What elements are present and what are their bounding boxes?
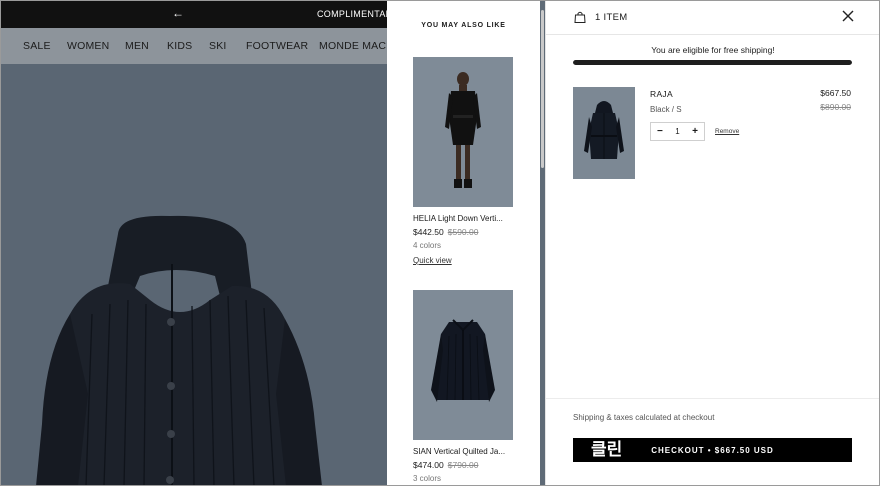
- back-arrow-icon[interactable]: ←: [172, 6, 184, 20]
- checkout-label: CHECKOUT • $667.50 USD: [651, 445, 774, 455]
- recommendations-scrollbar[interactable]: [541, 10, 544, 168]
- cart-header: 1 ITEM: [546, 0, 880, 35]
- color-count: 3 colors: [413, 474, 442, 483]
- original-price: $590.00: [447, 227, 479, 237]
- plus-icon[interactable]: +: [692, 126, 698, 137]
- cart-item-image[interactable]: [573, 87, 635, 179]
- recommendation-card[interactable]: HELIA Light Down Verti... $442.50 $590.00…: [413, 57, 515, 268]
- tax-note: Shipping & taxes calculated at checkout: [573, 413, 715, 422]
- cart-item-variant: Black / S: [650, 105, 682, 114]
- cart-item-original-price: $890.00: [820, 102, 851, 112]
- shipping-progress-fill: [573, 60, 852, 65]
- remove-item-link[interactable]: Remove: [715, 128, 739, 135]
- cart-item-name[interactable]: RAJA: [650, 89, 673, 99]
- cart-footer-divider: [546, 398, 880, 399]
- jacket-illustration: [36, 215, 322, 486]
- announcement-bar: ← COMPLIMENTARY: [0, 0, 398, 28]
- nav-item-kids[interactable]: KIDS: [167, 40, 192, 52]
- quantity-stepper: − 1 +: [650, 122, 705, 141]
- recommendations-panel: YOU MAY ALSO LIKE HELIA Light Down Verti…: [387, 0, 540, 486]
- model-illustration: [445, 72, 481, 188]
- cart-drawer: 1 ITEM You are eligible for free shippin…: [545, 0, 880, 486]
- recommendations-title: YOU MAY ALSO LIKE: [421, 22, 506, 29]
- product-image[interactable]: [413, 57, 513, 207]
- product-name[interactable]: HELIA Light Down Verti...: [413, 214, 515, 223]
- product-image[interactable]: [413, 290, 513, 440]
- color-count: 4 colors: [413, 241, 442, 250]
- free-shipping-message: You are eligible for free shipping!: [651, 45, 775, 55]
- jacket-thumbnail: [431, 319, 495, 402]
- minus-icon[interactable]: −: [657, 126, 663, 137]
- bag-icon: [574, 11, 586, 23]
- nav-item-women[interactable]: WOMEN: [67, 40, 109, 52]
- cart-item-price: $667.50: [820, 88, 851, 98]
- checkout-overlay-badge: 클린: [591, 440, 623, 459]
- nav-item-monde[interactable]: MONDE MACKA: [319, 40, 387, 52]
- shipping-progress-bar: [573, 60, 852, 65]
- jacket-thumbnail: [584, 101, 624, 159]
- quantity-value[interactable]: 1: [675, 127, 679, 136]
- cart-item-count: 1 ITEM: [595, 12, 628, 23]
- sale-price: $442.50: [413, 227, 444, 237]
- sale-price: $474.00: [413, 460, 444, 470]
- hero-product-image: [0, 64, 387, 486]
- nav-item-ski[interactable]: SKI: [209, 40, 227, 52]
- original-price: $790.00: [447, 460, 479, 470]
- close-icon[interactable]: [840, 8, 856, 24]
- quick-view-link[interactable]: Quick view: [413, 256, 452, 265]
- product-name[interactable]: SIAN Vertical Quilted Ja...: [413, 447, 515, 456]
- checkout-button[interactable]: 클린 CHECKOUT • $667.50 USD: [573, 438, 852, 462]
- main-nav: SALE WOMEN MEN KIDS SKI FOOTWEAR MONDE M…: [0, 28, 387, 64]
- nav-item-men[interactable]: MEN: [125, 40, 149, 52]
- product-price: $474.00 $790.00: [413, 460, 515, 470]
- product-price: $442.50 $590.00: [413, 227, 515, 237]
- recommendation-card[interactable]: SIAN Vertical Quilted Ja... $474.00 $790.…: [413, 290, 515, 483]
- nav-item-footwear[interactable]: FOOTWEAR: [246, 40, 308, 52]
- nav-item-sale[interactable]: SALE: [23, 40, 51, 52]
